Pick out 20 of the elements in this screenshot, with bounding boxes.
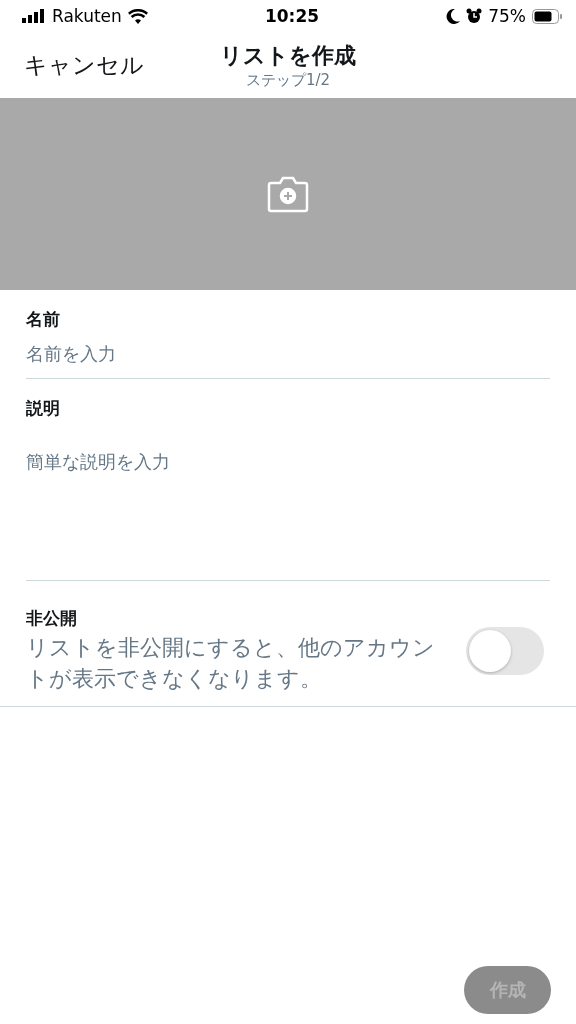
moon-icon [446,8,461,24]
carrier-name: Rakuten [52,6,122,26]
cover-image-placeholder[interactable] [0,98,576,290]
step-indicator: ステップ1/2 [245,70,331,90]
cancel-button[interactable]: キャンセル [24,49,144,81]
field-label: 説明 [26,397,61,420]
clock-time: 10:25 [264,6,320,26]
field-label: 名前 [26,308,61,331]
name-field[interactable]: 名前を入力 [26,331,550,378]
wifi-icon [127,8,148,24]
battery-percent: 75% [488,6,526,26]
setting-description: リストを非公開にすると、他のアカウントが表示できなくなります。 [26,634,436,693]
alarm-clock-icon [466,8,483,24]
private-toggle[interactable] [466,626,544,675]
description-field[interactable]: 簡単な説明を入力 [26,420,550,580]
signal-icon [22,9,46,23]
battery-icon [532,8,562,24]
setting-label: 非公開 [26,607,78,630]
add-photo-icon [267,175,309,213]
screen-title: リストを作成 [220,41,356,70]
